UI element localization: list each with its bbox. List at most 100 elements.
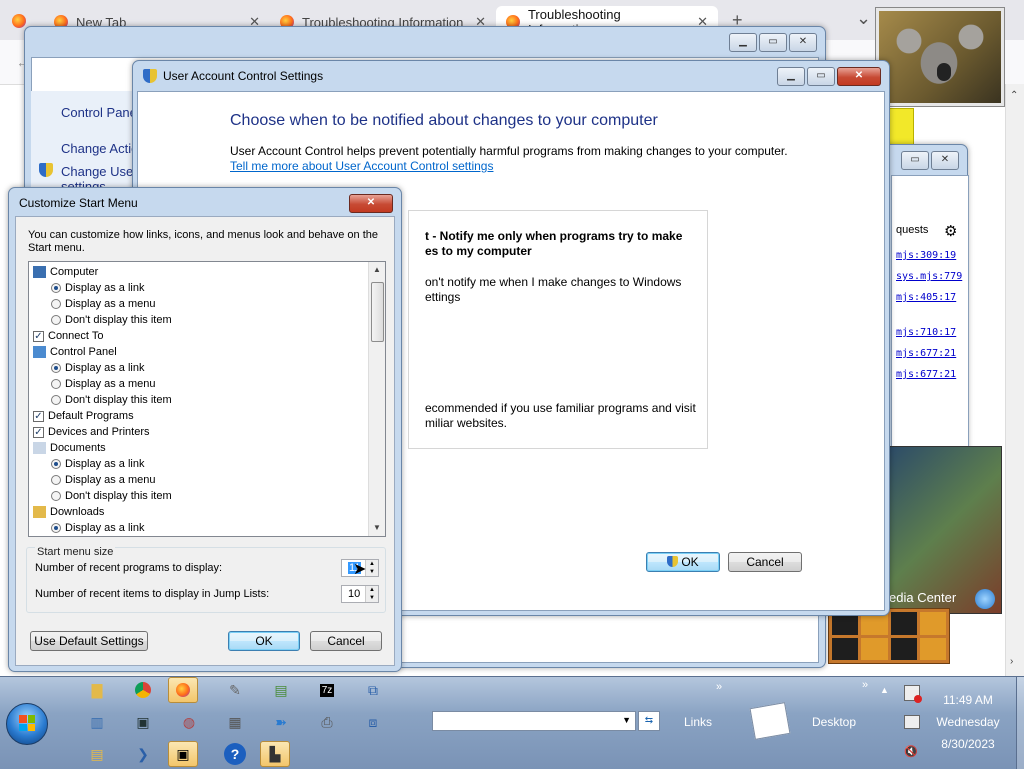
cancel-button[interactable]: Cancel [728,552,802,572]
notepad-icon[interactable]: ▤ [82,741,112,767]
scroll-down-icon[interactable]: › [1010,656,1013,667]
clock-time[interactable]: 11:49 AM [928,693,1008,707]
checkbox-option[interactable]: ✓ Default Programs [33,408,134,424]
start-button[interactable] [6,703,48,745]
link[interactable]: mjs:405:17 [896,292,956,303]
checkbox-option[interactable]: ✓ Devices and Printers [33,424,150,440]
spin-down-icon[interactable]: ▼ [365,594,378,602]
clock-date[interactable]: 8/30/2023 [928,737,1008,751]
network-icon[interactable]: ⧉ [358,677,388,703]
volume-muted-icon[interactable]: 🔇 [904,745,918,758]
link[interactable]: sys.mjs:779 [896,271,962,282]
network-tray-icon[interactable] [904,715,920,729]
maximize-button[interactable]: ▭ [759,33,787,52]
checkbox[interactable]: ✓ [33,410,44,422]
checkbox[interactable]: ✓ [33,330,44,342]
close-button[interactable]: ✕ [931,151,959,170]
clock-day[interactable]: Wednesday [928,715,1008,729]
remote-desktop-icon[interactable]: ⧈ [358,709,388,735]
close-button[interactable]: ✕ [789,33,817,52]
radio-button[interactable] [51,475,61,485]
radio-option[interactable]: Don't display this item [51,392,172,408]
change-uac-link[interactable]: Change User [61,164,138,179]
fish-icon[interactable]: ➽ [266,709,296,735]
recent-items-spinner[interactable]: 10 ▲ ▼ [341,585,379,603]
control-panel-home-link[interactable]: Control Panel [61,105,140,120]
media-center-gadget[interactable]: edia Center [884,446,1002,614]
firefox-taskbar-icon[interactable] [168,677,198,703]
radio-option[interactable]: Don't display this item [51,312,172,328]
scroll-up-icon[interactable]: ▲ [369,262,385,278]
printer-icon[interactable]: ⎙ [312,709,342,735]
radio-button[interactable] [51,315,61,325]
scroll-thumb[interactable] [371,282,384,342]
seven-zip-icon[interactable]: 7z [312,677,342,703]
start-menu-options-list[interactable]: Computer Display as a link Display as a me… [28,261,386,537]
desktop-toolbar-label[interactable]: Desktop [812,715,856,729]
radio-option[interactable]: Display as a link [51,520,144,536]
radio-option[interactable]: Display as a menu [51,472,156,488]
radio-option[interactable]: Don't display this item [51,488,172,504]
close-button[interactable]: ✕ [837,67,881,86]
use-default-settings-button[interactable]: Use Default Settings [30,631,148,651]
radio-option[interactable]: Display as a menu [51,296,156,312]
link[interactable]: mjs:677:21 [896,369,956,380]
signature-pad-icon[interactable] [749,702,791,740]
chrome-icon[interactable] [128,677,158,703]
calculator-icon[interactable]: ▦ [220,709,250,735]
link[interactable]: mjs:309:19 [896,250,956,261]
radio-option[interactable]: Display as a link [51,360,144,376]
radio-button[interactable] [51,523,61,533]
action-center-icon[interactable] [904,685,922,703]
browser-scrollbar[interactable]: ⌃ › [1005,84,1024,676]
radio-button[interactable] [51,491,61,501]
scroll-up-icon[interactable]: ⌃ [1010,90,1018,101]
expand-icon[interactable]: » [862,679,868,691]
puzzle-gadget[interactable] [828,608,950,664]
radio-option[interactable]: Display as a link [51,280,144,296]
spin-up-icon[interactable]: ▲ [365,560,378,568]
windows-explorer-icon[interactable]: ▤ [266,677,296,703]
folder-icon[interactable]: ▇ [82,677,112,703]
checkbox-option[interactable]: ✓ Connect To [33,328,103,344]
list-scrollbar[interactable]: ▲ ▼ [368,262,385,536]
change-action-link[interactable]: Change Actio [61,141,138,156]
go-button[interactable]: ⇆ [638,711,660,731]
radio-option[interactable]: Display as a menu [51,376,156,392]
link[interactable]: mjs:677:21 [896,348,956,359]
radio-option[interactable]: Display as a link [51,456,144,472]
maximize-button[interactable]: ▭ [807,67,835,86]
ok-button[interactable]: OK [228,631,300,651]
show-hidden-icons[interactable]: ▲ [880,685,889,695]
radio-button[interactable] [51,283,61,293]
window-taskbar-icon[interactable]: ▙ [260,741,290,767]
minimize-button[interactable]: ▁ [729,33,757,52]
paint-palette-icon[interactable]: ◍ [174,709,204,735]
spin-up-icon[interactable]: ▲ [365,586,378,594]
disk-icon[interactable]: ▥ [82,709,112,735]
learn-more-link[interactable]: Tell me more about User Account Control … [230,159,493,173]
dropdown-arrow-icon[interactable]: ▼ [622,715,631,725]
maximize-button[interactable]: ▭ [901,151,929,170]
tab-list-button[interactable]: ⌄ [856,8,871,29]
close-button[interactable]: ✕ [349,194,393,213]
powershell-icon[interactable]: ❯ [128,741,158,767]
ok-button[interactable]: OK [646,552,720,572]
radio-button[interactable] [51,379,61,389]
show-desktop-button[interactable] [1016,677,1024,769]
expand-icon[interactable]: » [716,681,722,693]
link[interactable]: mjs:710:17 [896,327,956,338]
checkbox[interactable]: ✓ [33,426,44,438]
radio-button[interactable] [51,363,61,373]
radio-button[interactable] [51,395,61,405]
sticky-note[interactable] [888,108,914,146]
address-combo[interactable]: ▼ [432,711,636,731]
radio-button[interactable] [51,299,61,309]
command-prompt-icon[interactable]: ▣ [128,709,158,735]
radio-button[interactable] [51,459,61,469]
minimize-button[interactable]: ▁ [777,67,805,86]
links-toolbar-label[interactable]: Links [684,715,712,729]
cancel-button[interactable]: Cancel [310,631,382,651]
recent-items-value[interactable]: 10 [348,588,360,600]
paint-icon[interactable]: ✎ [220,677,250,703]
